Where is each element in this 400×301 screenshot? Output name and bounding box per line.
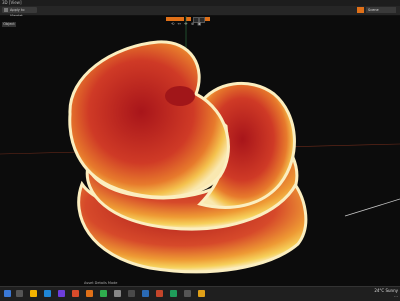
scene-selector-label: Scene	[368, 8, 379, 12]
office-icon[interactable]	[72, 290, 79, 297]
mushroom-model[interactable]	[0, 16, 400, 286]
edge-icon[interactable]	[44, 290, 51, 297]
window-title: 3D [View]	[2, 0, 22, 5]
ppt-icon[interactable]	[156, 290, 163, 297]
scene-selector[interactable]: Scene	[366, 7, 396, 13]
settings-icon[interactable]	[114, 290, 121, 297]
folder-icon[interactable]	[30, 290, 37, 297]
3d-viewport[interactable]: Object ⟲ ↔ ✥ ⊕ ▣	[0, 16, 400, 286]
terminal-icon[interactable]	[128, 290, 135, 297]
upper-left-cap	[68, 40, 230, 199]
taskbar: 24°C Sunny …	[0, 286, 400, 301]
misc-icon[interactable]	[184, 290, 191, 297]
start-icon[interactable]	[4, 290, 11, 297]
menubar: Apply to Viewlet Scene	[0, 6, 400, 18]
spotify-icon[interactable]	[100, 290, 107, 297]
system-tray[interactable]: 24°C Sunny …	[374, 288, 398, 298]
light-gizmo-line	[344, 198, 400, 217]
excel-icon[interactable]	[170, 290, 177, 297]
word-icon[interactable]	[142, 290, 149, 297]
scene-color-swatch[interactable]	[357, 7, 364, 13]
blender-icon[interactable]	[198, 290, 205, 297]
app-icon[interactable]	[86, 290, 93, 297]
teams-icon[interactable]	[58, 290, 65, 297]
clock-text: …	[394, 293, 398, 298]
apply-viewlet-button[interactable]: Apply to Viewlet	[2, 7, 37, 18]
cube-icon	[4, 8, 8, 12]
stem	[165, 86, 195, 106]
search-icon[interactable]	[16, 290, 23, 297]
status-text: Asset Details Mode	[84, 281, 118, 285]
